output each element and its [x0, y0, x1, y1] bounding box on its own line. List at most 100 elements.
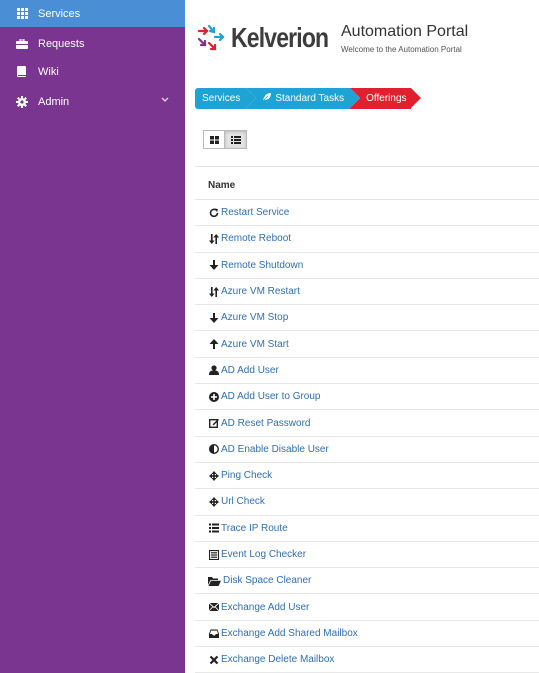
- sidebar-item-label: Admin: [38, 96, 70, 108]
- breadcrumb-label: Services: [202, 93, 241, 104]
- offering-label: Remote Shutdown: [221, 259, 304, 271]
- offering-label: Azure VM Stop: [221, 312, 289, 324]
- offering-label: Restart Service: [221, 207, 290, 219]
- breadcrumb-standard-tasks[interactable]: Standard Tasks: [246, 88, 360, 110]
- table-row: Url Check: [195, 489, 539, 516]
- offering-label: AD Add User to Group: [221, 391, 321, 403]
- header: Kelverion Automation Portal Welcome to t…: [185, 0, 539, 80]
- offering-link-remote-reboot[interactable]: Remote Reboot: [208, 233, 291, 244]
- arrow-up-icon: [208, 339, 219, 350]
- table-row: Remote Reboot: [195, 226, 539, 253]
- list-icon: [208, 523, 219, 534]
- table-row: Trace IP Route: [195, 516, 539, 542]
- offering-link-url-check[interactable]: Url Check: [208, 496, 265, 507]
- sidebar-item-admin[interactable]: Admin: [0, 92, 185, 112]
- list-view-icon: [230, 135, 241, 144]
- x-icon: [208, 654, 219, 665]
- move-arrows-icon: [208, 496, 219, 507]
- logo-arrows-icon: [197, 24, 225, 51]
- offering-label: Ping Check: [221, 470, 273, 482]
- offering-link-remote-shutdown[interactable]: Remote Shutdown: [208, 260, 303, 271]
- offering-label: Azure VM Restart: [221, 286, 300, 298]
- log-icon: [208, 549, 219, 560]
- sort-arrows-icon: [208, 286, 219, 297]
- user-icon: [208, 365, 219, 376]
- grid-view-button[interactable]: [203, 130, 225, 149]
- leaf-icon: [262, 89, 272, 110]
- breadcrumb: Services Standard Tasks Offerings: [195, 88, 421, 110]
- offering-link-restart-service[interactable]: Restart Service: [208, 207, 289, 218]
- folder-open-icon: [208, 575, 221, 586]
- offering-link-exchange-add-shared-mailbox[interactable]: Exchange Add Shared Mailbox: [208, 628, 358, 639]
- sidebar-item-requests[interactable]: Requests: [0, 34, 185, 54]
- sidebar-item-services[interactable]: Services: [0, 0, 185, 27]
- offering-label: AD Enable Disable User: [221, 443, 329, 455]
- sidebar-item-wiki[interactable]: Wiki: [0, 62, 185, 82]
- table-row: Azure VM Restart: [195, 279, 539, 306]
- offering-label: Exchange Delete Mailbox: [221, 654, 335, 666]
- grid-icon: [15, 7, 29, 21]
- table-row: Exchange Add Shared Mailbox: [195, 621, 539, 648]
- offering-label: AD Add User: [221, 364, 279, 376]
- offering-label: Remote Reboot: [221, 233, 292, 245]
- offerings-table: Name Restart Service Remote Reboot Remot…: [195, 167, 539, 673]
- offering-label: Exchange Add User: [221, 601, 310, 613]
- column-header-name[interactable]: Name: [195, 167, 539, 200]
- briefcase-icon: [15, 37, 29, 51]
- table-row: AD Add User: [195, 358, 539, 385]
- grid-view-icon: [209, 135, 219, 144]
- offering-label: Exchange Add Shared Mailbox: [221, 627, 358, 639]
- edit-icon: [208, 418, 219, 429]
- sidebar: Services Requests Wiki Admin: [0, 0, 185, 673]
- table-row: Azure VM Stop: [195, 305, 539, 332]
- breadcrumb-label: Standard Tasks: [275, 93, 345, 104]
- book-icon: [15, 65, 29, 79]
- table-row: AD Reset Password: [195, 410, 539, 437]
- sidebar-item-label: Requests: [38, 38, 85, 50]
- page-title: Automation Portal: [341, 23, 469, 40]
- offering-link-azure-vm-start[interactable]: Azure VM Start: [208, 339, 289, 350]
- offering-link-ad-reset-password[interactable]: AD Reset Password: [208, 418, 310, 429]
- arrow-down-icon: [208, 312, 219, 323]
- gear-icon: [15, 95, 29, 109]
- arrow-down-icon: [208, 260, 219, 271]
- table-row: Azure VM Start: [195, 331, 539, 358]
- offering-link-ad-enable-disable-user[interactable]: AD Enable Disable User: [208, 444, 329, 455]
- offering-link-exchange-add-user[interactable]: Exchange Add User: [208, 602, 309, 613]
- offering-label: AD Reset Password: [221, 417, 311, 429]
- breadcrumb-label: Offerings: [366, 93, 407, 104]
- inbox-icon: [208, 628, 219, 639]
- offering-link-azure-vm-stop[interactable]: Azure VM Stop: [208, 312, 288, 323]
- page-subtitle: Welcome to the Automation Portal: [341, 45, 462, 54]
- chevron-down-icon[interactable]: [161, 95, 169, 105]
- move-arrows-icon: [208, 470, 219, 481]
- offering-link-exchange-delete-mailbox[interactable]: Exchange Delete Mailbox: [208, 654, 334, 665]
- offering-link-azure-vm-restart[interactable]: Azure VM Restart: [208, 286, 300, 297]
- sort-arrows-icon: [208, 233, 219, 244]
- list-view-button[interactable]: [225, 130, 247, 149]
- view-toggle-group: [203, 130, 247, 149]
- offering-label: Trace IP Route: [221, 522, 288, 534]
- table-row: Event Log Checker: [195, 542, 539, 569]
- half-circle-icon: [208, 444, 219, 455]
- table-row: Remote Shutdown: [195, 253, 539, 279]
- offering-link-trace-ip-route[interactable]: Trace IP Route: [208, 523, 288, 534]
- offering-link-ping-check[interactable]: Ping Check: [208, 470, 272, 481]
- offering-link-event-log-checker[interactable]: Event Log Checker: [208, 549, 306, 560]
- offering-label: Azure VM Start: [221, 338, 289, 350]
- offering-link-ad-add-user-to-group[interactable]: AD Add User to Group: [208, 391, 321, 402]
- sidebar-item-label: Services: [38, 7, 81, 20]
- table-row: AD Enable Disable User: [195, 437, 539, 463]
- table-row: Disk Space Cleaner: [195, 568, 539, 595]
- offering-link-ad-add-user[interactable]: AD Add User: [208, 365, 279, 376]
- offering-link-disk-space-cleaner[interactable]: Disk Space Cleaner: [208, 575, 311, 586]
- table-row: Restart Service: [195, 200, 539, 227]
- refresh-icon: [208, 207, 219, 218]
- offering-label: Event Log Checker: [221, 549, 307, 560]
- kelverion-logo[interactable]: Kelverion: [195, 22, 350, 54]
- table-row: Exchange Delete Mailbox: [195, 647, 539, 673]
- table-row: Exchange Add User: [195, 594, 539, 621]
- table-row: Ping Check: [195, 463, 539, 490]
- breadcrumb-services[interactable]: Services: [195, 88, 257, 109]
- sidebar-item-label: Wiki: [38, 66, 59, 78]
